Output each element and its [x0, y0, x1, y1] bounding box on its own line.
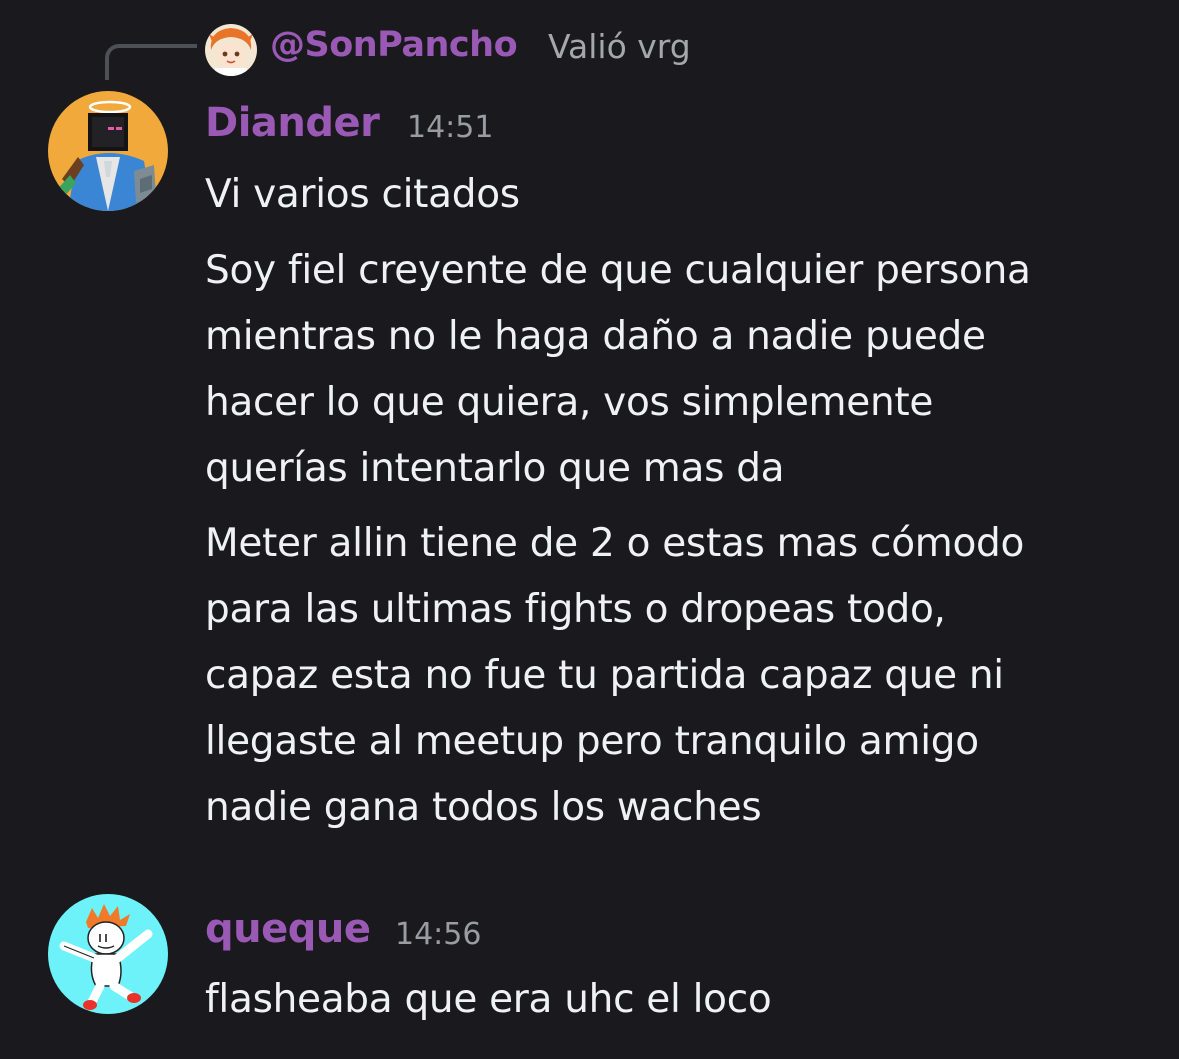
minecraft-character-avatar-icon [48, 91, 168, 211]
queque-avatar[interactable] [48, 894, 168, 1014]
message-text-line: capaz esta no fue tu partida capaz que n… [205, 653, 1004, 698]
message-text-line: mientras no le haga daño a nadie puede [205, 314, 986, 359]
message-timestamp[interactable]: 14:51 [407, 110, 493, 145]
message-text-line: querías intentarlo que mas da [205, 446, 785, 491]
message-timestamp[interactable]: 14:56 [395, 917, 481, 952]
reply-message-preview[interactable]: Valió vrg [548, 27, 691, 66]
message-text-line: llegaste al meetup pero tranquilo amigo [205, 719, 979, 764]
reply-author-avatar[interactable] [205, 24, 257, 76]
message-text-line: flasheaba que era uhc el loco [205, 977, 772, 1022]
message-text-line: Vi varios citados [205, 172, 520, 217]
message-text-line: hacer lo que quiera, vos simplemente [205, 380, 934, 425]
orange-haired-character-avatar-icon [205, 24, 257, 76]
reply-author-name[interactable]: @SonPancho [270, 25, 518, 65]
diander-avatar[interactable] [48, 91, 168, 211]
message-author-name[interactable]: queque [205, 906, 371, 952]
reply-connector-line [105, 44, 197, 80]
message-text-line: nadie gana todos los waches [205, 785, 762, 830]
message-author-name[interactable]: Diander [205, 100, 380, 146]
message-text-line: para las ultimas fights o dropeas todo, [205, 587, 946, 632]
dancing-stick-figure-avatar-icon [48, 894, 168, 1014]
message-text-line: Meter allin tiene de 2 o estas mas cómod… [205, 521, 1025, 566]
message-text-line: Soy fiel creyente de que cualquier perso… [205, 248, 1031, 293]
